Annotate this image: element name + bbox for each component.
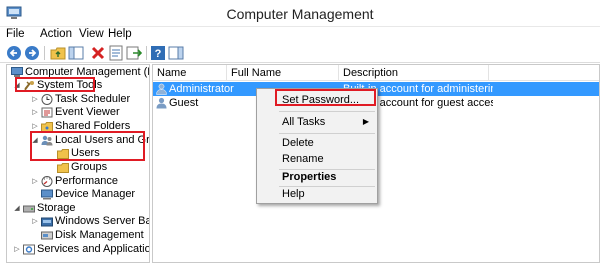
menu-item-properties[interactable]: Properties [257, 168, 377, 186]
storage-icon [23, 205, 35, 213]
title-bar: Computer Management [0, 0, 600, 27]
toolbar: ? [0, 43, 600, 63]
tree-item-storage[interactable]: ◢ Storage [9, 202, 149, 215]
user-name: Guest [169, 97, 199, 109]
expand-arrow-icon[interactable]: ▷ [31, 93, 39, 106]
tree-label: Disk Management [55, 229, 144, 241]
forward-arrow-icon[interactable] [24, 45, 40, 61]
user-name: Administrator [169, 83, 234, 95]
list-header: Name Full Name Description [153, 65, 599, 81]
menu-item-rename[interactable]: Rename [257, 150, 377, 168]
export-icon[interactable] [126, 45, 142, 61]
console-tree: Computer Management (Local ◢ System Tool… [6, 64, 150, 263]
tree-label: Storage [37, 202, 76, 214]
svg-text:?: ? [155, 48, 162, 60]
tree-item-groups[interactable]: Groups [9, 161, 149, 174]
column-header-name[interactable]: Name [153, 65, 227, 81]
menu-item-help[interactable]: Help [257, 185, 377, 203]
menu-item-label: All Tasks [282, 116, 326, 128]
highlight-box-local-users-users [30, 131, 145, 161]
menu-action[interactable]: Action [40, 28, 72, 40]
toolbar-separator [146, 46, 147, 60]
tree-item-services-and-applications[interactable]: ▷ Services and Applications [9, 243, 149, 256]
column-header-full-name[interactable]: Full Name [227, 65, 339, 81]
tree-label: Event Viewer [55, 106, 120, 118]
menu-item-all-tasks[interactable]: All Tasks ▶ [257, 113, 377, 131]
expand-arrow-icon[interactable]: ▷ [31, 215, 39, 228]
collapse-arrow-icon[interactable]: ◢ [13, 202, 21, 215]
folder-icon [57, 163, 69, 173]
tree-label: Task Scheduler [55, 93, 131, 105]
expand-arrow-icon[interactable]: ▷ [13, 243, 21, 256]
delete-icon[interactable] [90, 45, 106, 61]
user-icon [156, 97, 167, 109]
menu-file[interactable]: File [6, 28, 25, 40]
menu-help[interactable]: Help [108, 28, 132, 40]
expand-arrow-icon[interactable]: ▷ [31, 175, 39, 188]
highlight-box-set-password [275, 89, 376, 106]
task-scheduler-icon [41, 94, 53, 105]
toolbar-separator [44, 46, 45, 60]
highlight-box-system-tools [15, 77, 95, 92]
tree-label: Performance [55, 175, 118, 187]
menu-separator [279, 111, 375, 112]
expand-arrow-icon[interactable]: ▷ [31, 106, 39, 119]
up-folder-icon[interactable] [50, 45, 66, 61]
tree-label: Groups [71, 161, 108, 173]
back-arrow-icon[interactable] [6, 45, 22, 61]
tree-item-event-viewer[interactable]: ▷ Event Viewer [9, 106, 149, 119]
tree-item-disk-management[interactable]: Disk Management [9, 229, 149, 242]
help-icon[interactable]: ? [150, 45, 166, 61]
event-viewer-icon [41, 107, 53, 118]
tree-item-task-scheduler[interactable]: ▷ Task Scheduler [9, 93, 149, 106]
menu-view[interactable]: View [79, 28, 104, 40]
column-header-description[interactable]: Description [339, 65, 489, 81]
user-icon [156, 83, 167, 95]
tree-item-windows-server-backup[interactable]: ▷ Windows Server Backup [9, 215, 149, 228]
performance-icon [41, 176, 53, 187]
window-title: Computer Management [226, 6, 374, 22]
disk-management-icon [41, 231, 53, 240]
tree-item-device-manager[interactable]: Device Manager [9, 188, 149, 201]
show-hide-tree-icon[interactable] [68, 45, 84, 61]
tree-label: Device Manager [55, 188, 136, 200]
tree-label: Windows Server Backup [55, 215, 149, 227]
device-manager-icon [41, 189, 53, 200]
submenu-arrow-icon: ▶ [362, 117, 369, 126]
backup-icon [41, 217, 53, 227]
properties-icon[interactable] [108, 45, 124, 61]
tree-label: Services and Applications [37, 243, 150, 255]
tree-item-performance[interactable]: ▷ Performance [9, 175, 149, 188]
services-icon [23, 244, 35, 255]
show-hide-action-pane-icon[interactable] [168, 45, 184, 61]
menu-bar: File Action View Help [0, 27, 600, 43]
